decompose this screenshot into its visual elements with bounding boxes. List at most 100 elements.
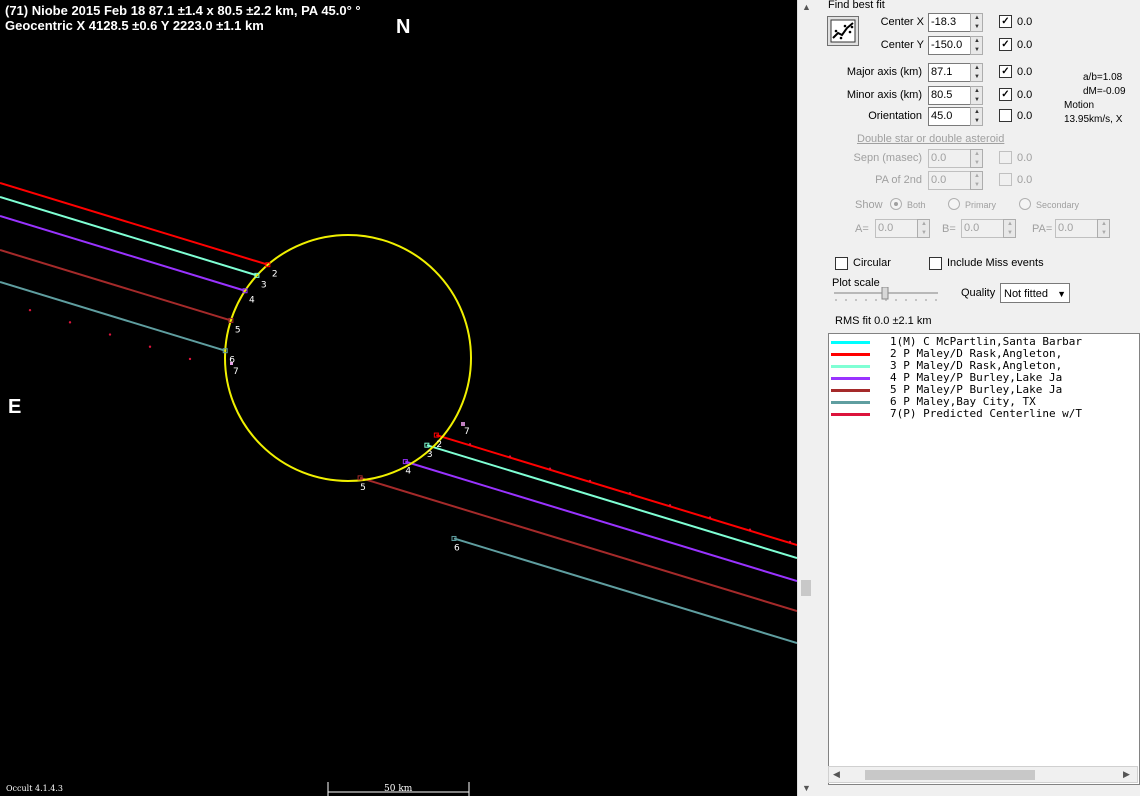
a-label: A=: [855, 223, 869, 235]
pa-input[interactable]: 0.0: [1055, 219, 1099, 238]
scrollbar-thumb[interactable]: [865, 770, 1035, 780]
chord-number-label: 4: [249, 296, 255, 306]
center-x-checkbox[interactable]: ✓: [999, 15, 1012, 28]
center-x-input[interactable]: -18.3: [928, 13, 972, 32]
legend-line-swatch: [831, 353, 870, 356]
chord-number-label: 2: [272, 270, 278, 280]
center-y-adjust: 0.0: [1017, 39, 1033, 51]
center-y-checkbox[interactable]: ✓: [999, 38, 1012, 51]
chevron-down-icon: ▼: [1057, 289, 1066, 299]
b-spinner[interactable]: 0.0 ▲ ▼: [961, 219, 1017, 238]
version-label: Occult 4.1.4.3: [6, 784, 63, 793]
pa-2nd-adjust: 0.0: [1017, 174, 1033, 186]
scroll-up-icon[interactable]: ▲: [802, 2, 811, 12]
circular-checkbox[interactable]: [835, 257, 848, 270]
vertical-scrollbar[interactable]: ▲ ▼: [797, 0, 815, 796]
pa-label: PA=: [1032, 223, 1053, 235]
scale-label: 50 km: [384, 784, 413, 794]
predicted-centerline-dot: [548, 467, 552, 470]
show-secondary-radio[interactable]: [1019, 198, 1031, 210]
sepn-spinner[interactable]: 0.0 ▲ ▼: [928, 149, 984, 168]
chord-number-label: 7: [464, 427, 470, 437]
pa-2nd-checkbox[interactable]: [999, 173, 1012, 186]
major-axis-input[interactable]: 87.1: [928, 63, 972, 82]
b-input[interactable]: 0.0: [961, 219, 1005, 238]
plot-title-line-1: (71) Niobe 2015 Feb 18 87.1 ±1.4 x 80.5 …: [5, 3, 361, 18]
chord-line-left: [0, 196, 258, 277]
show-secondary-label: Secondary: [1036, 200, 1080, 210]
center-y-input[interactable]: -150.0: [928, 36, 972, 55]
show-both-radio[interactable]: [890, 198, 902, 210]
orientation-input[interactable]: 45.0: [928, 107, 972, 126]
chord-line-right: [405, 460, 797, 583]
predicted-centerline-dot: [668, 504, 672, 507]
minor-axis-label: Minor axis (km): [846, 89, 922, 101]
show-label: Show: [855, 199, 883, 211]
plot-canvas: 223344556677: [0, 182, 797, 796]
predicted-centerline-dot: [108, 333, 112, 336]
pa-2nd-input[interactable]: 0.0: [928, 171, 972, 190]
major-axis-label: Major axis (km): [846, 66, 922, 78]
a-input[interactable]: 0.0: [875, 219, 919, 238]
dm-value: dM=-0.09: [1083, 86, 1126, 97]
show-primary-radio[interactable]: [948, 198, 960, 210]
section-title: Find best fit: [828, 0, 885, 11]
scroll-right-icon[interactable]: ▶: [1123, 769, 1130, 780]
chord-line-right: [359, 476, 797, 613]
minor-axis-checkbox[interactable]: ✓: [999, 88, 1012, 101]
legend-line-swatch: [831, 401, 870, 404]
predicted-centerline-dot: [788, 540, 792, 544]
fit-control-panel: Find best fit Center X -18.3 ▲ ▼ ✓ 0.0 Ce…: [814, 0, 1140, 796]
scroll-down-icon[interactable]: ▼: [802, 783, 811, 793]
pa-2nd-label: PA of 2nd: [875, 174, 922, 186]
minor-axis-spinner[interactable]: 80.5 ▲ ▼: [928, 86, 984, 105]
chord-line-right: [436, 434, 797, 547]
center-y-label: Center Y: [880, 39, 924, 51]
orientation-label: Orientation: [868, 110, 922, 122]
major-axis-checkbox[interactable]: ✓: [999, 65, 1012, 78]
chord-number-label: 6: [454, 543, 460, 553]
chord-line-left: [0, 182, 269, 266]
chord-endpoint-marker: [461, 422, 465, 426]
a-spinner[interactable]: 0.0 ▲ ▼: [875, 219, 931, 238]
plot-scale-slider[interactable]: [832, 286, 940, 301]
double-star-title: Double star or double asteroid: [857, 133, 1005, 145]
asteroid-profile-ellipse: [224, 234, 472, 482]
chord-number-label: 7: [233, 367, 239, 377]
pa-2nd-spinner[interactable]: 0.0 ▲ ▼: [928, 171, 984, 190]
center-x-spinner[interactable]: -18.3 ▲ ▼: [928, 13, 984, 32]
chord-number-label: 3: [427, 450, 433, 460]
occultation-plot[interactable]: 223344556677 (71) Niobe 2015 Feb 18 87.1…: [0, 0, 797, 796]
orientation-checkbox[interactable]: [999, 109, 1012, 122]
chord-number-label: 4: [405, 467, 411, 477]
scrollbar-thumb[interactable]: [801, 580, 811, 596]
legend-line-swatch: [831, 389, 870, 392]
chord-number-label: 6: [229, 356, 235, 366]
major-axis-spinner[interactable]: 87.1 ▲ ▼: [928, 63, 984, 82]
center-y-spinner[interactable]: -150.0 ▲ ▼: [928, 36, 984, 55]
motion-label: Motion: [1064, 100, 1095, 111]
quality-label: Quality: [961, 287, 996, 299]
legend-line-swatch: [831, 413, 870, 416]
chord-number-label: 5: [360, 483, 366, 493]
predicted-centerline-dot: [68, 321, 72, 324]
observer-legend-list[interactable]: 1(M) C McPartlin,Santa Barbar 2 P Maley/D…: [828, 333, 1140, 785]
legend-horizontal-scrollbar[interactable]: ◀ ▶: [828, 766, 1138, 783]
legend-line-swatch: [831, 365, 870, 368]
chord-number-label: 5: [235, 325, 241, 335]
center-x-label: Center X: [880, 16, 924, 28]
orientation-spinner[interactable]: 45.0 ▲ ▼: [928, 107, 984, 126]
chord-line-right: [453, 537, 797, 645]
sepn-label: Sepn (masec): [853, 152, 922, 164]
chord-line-left: [0, 215, 246, 292]
circular-label: Circular: [853, 257, 891, 269]
sepn-checkbox[interactable]: [999, 151, 1012, 164]
center-x-adjust: 0.0: [1017, 16, 1033, 28]
predicted-centerline-dot: [148, 345, 152, 348]
include-miss-checkbox[interactable]: [929, 257, 942, 270]
minor-axis-input[interactable]: 80.5: [928, 86, 972, 105]
sepn-input[interactable]: 0.0: [928, 149, 972, 168]
quality-dropdown[interactable]: Not fitted ▼: [1000, 283, 1070, 303]
scroll-left-icon[interactable]: ◀: [833, 769, 840, 780]
pa-spinner[interactable]: 0.0 ▲ ▼: [1055, 219, 1111, 238]
